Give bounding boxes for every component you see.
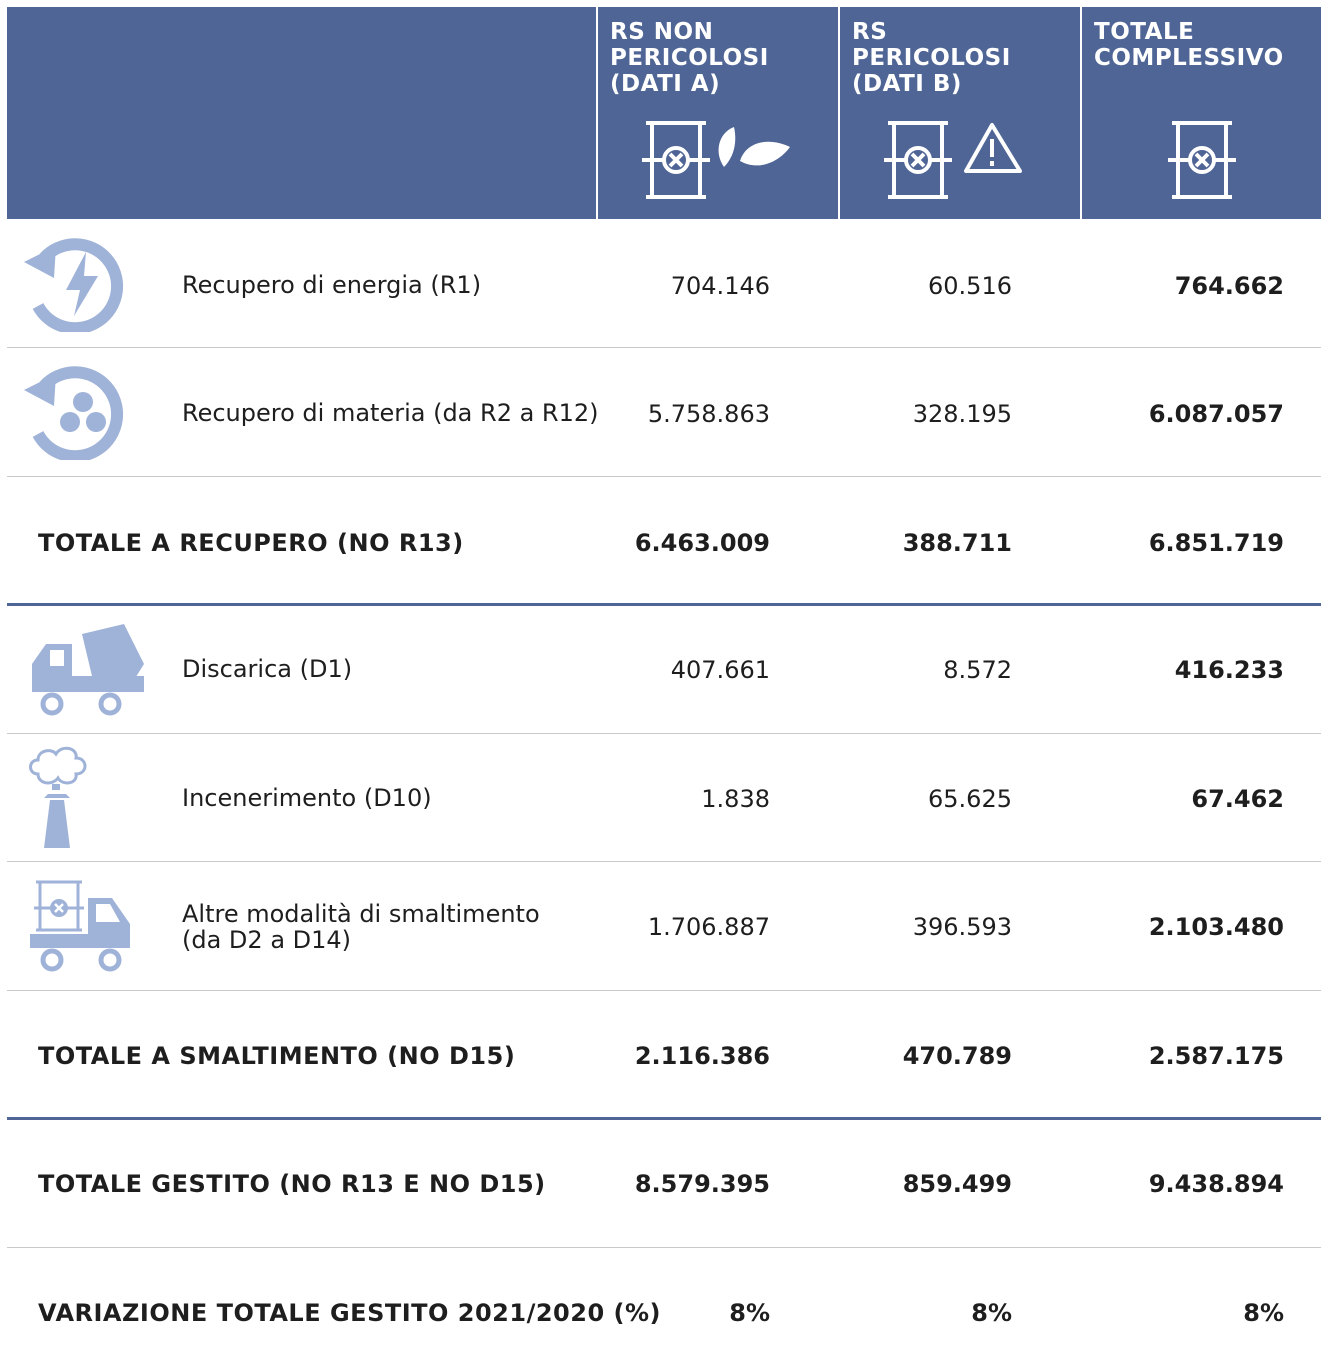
material-recovery-icon (24, 366, 124, 460)
column-title: TOTALE COMPLESSIVO (1094, 19, 1284, 71)
total-managed-label: TOTALE GESTITO (NO R13 E NO D15) (38, 1170, 546, 1198)
value-total: 764.662 (1174, 272, 1284, 300)
value-hazardous: 8.572 (943, 656, 1012, 684)
row-label: Discarica (D1) (182, 655, 353, 683)
value-non-hazardous: 1.706.887 (647, 913, 770, 941)
value-non-hazardous: 2.116.386 (634, 1042, 770, 1070)
value-non-hazardous: 8.579.395 (634, 1170, 770, 1198)
value-total: 416.233 (1174, 656, 1284, 684)
row-divider (7, 1247, 1321, 1248)
value-total: 2.103.480 (1148, 913, 1284, 941)
total-recovery-label: TOTALE A RECUPERO (NO R13) (38, 529, 464, 557)
total-disposal-label: TOTALE A SMALTIMENTO (NO D15) (38, 1042, 516, 1070)
barrel-truck-icon (30, 880, 130, 972)
row-label: Recupero di energia (R1) (182, 271, 482, 299)
value-total: 9.438.894 (1148, 1170, 1284, 1198)
value-total: 6.851.719 (1148, 529, 1284, 557)
row-divider (7, 347, 1321, 348)
barrel-leaf-icon (642, 121, 790, 199)
row-divider (7, 476, 1321, 477)
section-divider (7, 1117, 1321, 1120)
row-divider (7, 990, 1321, 991)
value-hazardous: 470.789 (902, 1042, 1012, 1070)
value-total: 2.587.175 (1148, 1042, 1284, 1070)
value-non-hazardous: 5.758.863 (647, 400, 770, 428)
value-hazardous: 859.499 (902, 1170, 1012, 1198)
row-divider (7, 733, 1321, 734)
row-label-line1: Altre modalità di smaltimento (182, 900, 540, 928)
barrel-warning-icon (884, 121, 1022, 199)
header-col-non-hazardous: RS NON PERICOLOSI (DATI A) (598, 7, 838, 219)
incinerator-icon (29, 746, 87, 848)
row-label-line2: (da D2 a D14) (182, 926, 352, 954)
value-total: 6.087.057 (1148, 400, 1284, 428)
header-col-total: TOTALE COMPLESSIVO (1082, 7, 1321, 219)
value-total: 8% (1243, 1299, 1284, 1327)
row-divider (7, 861, 1321, 862)
value-total: 67.462 (1191, 785, 1284, 813)
column-title: RS NON PERICOLOSI (DATI A) (610, 19, 769, 97)
value-non-hazardous: 6.463.009 (634, 529, 770, 557)
value-hazardous: 8% (971, 1299, 1012, 1327)
row-label: Recupero di materia (da R2 a R12) (182, 399, 599, 427)
value-hazardous: 388.711 (902, 529, 1012, 557)
value-non-hazardous: 8% (729, 1299, 770, 1327)
row-label: Incenerimento (D10) (182, 784, 432, 812)
value-hazardous: 396.593 (912, 913, 1012, 941)
energy-recovery-icon (24, 238, 124, 332)
value-hazardous: 328.195 (912, 400, 1012, 428)
header-col-hazardous: RS PERICOLOSI (DATI B) (840, 7, 1080, 219)
value-non-hazardous: 704.146 (670, 272, 770, 300)
value-non-hazardous: 407.661 (670, 656, 770, 684)
column-title: RS PERICOLOSI (DATI B) (852, 19, 1011, 97)
barrel-icon (1168, 121, 1236, 199)
dump-truck-icon (32, 624, 144, 716)
value-hazardous: 65.625 (928, 785, 1012, 813)
value-hazardous: 60.516 (928, 272, 1012, 300)
section-divider (7, 603, 1321, 606)
value-non-hazardous: 1.838 (701, 785, 770, 813)
